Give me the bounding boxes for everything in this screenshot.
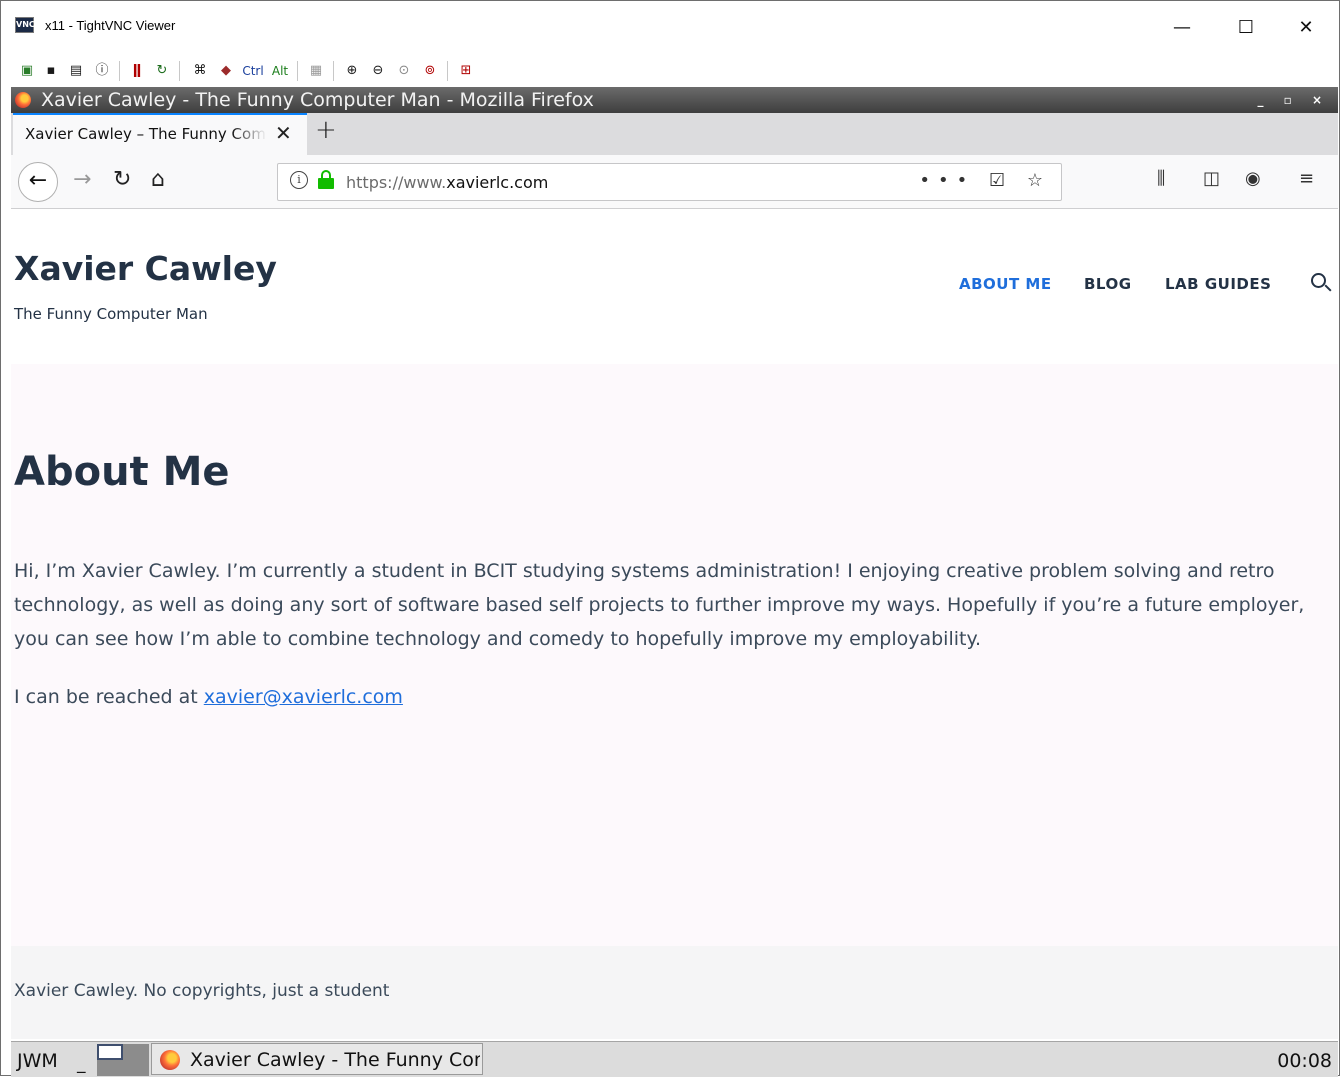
alt-key-icon[interactable]: Alt: [269, 61, 291, 81]
toolbar-separator: [333, 61, 334, 81]
url-domain: xavierlc.com: [446, 173, 549, 192]
url-bar[interactable]: i https://www.xavierlc.com ••• ☑ ☆: [277, 163, 1062, 201]
web-page: Xavier Cawley The Funny Computer Man ABO…: [11, 209, 1338, 1039]
nav-about-me[interactable]: ABOUT ME: [959, 275, 1052, 293]
about-paragraph: Hi, I’m Xavier Cawley. I’m currently a s…: [14, 560, 1305, 650]
tab-title: Xavier Cawley – The Funny Computer Man: [25, 125, 265, 143]
pause-icon[interactable]: ǁ: [129, 61, 145, 81]
desktop-2[interactable]: [123, 1044, 149, 1060]
taskbar-separator: _: [77, 1054, 86, 1074]
info-icon[interactable]: ⓘ: [91, 61, 113, 81]
site-title[interactable]: Xavier Cawley: [14, 249, 277, 288]
page-actions[interactable]: ••• ☑ ☆: [919, 170, 1051, 191]
clock: 00:08: [1277, 1050, 1332, 1072]
toolbar-separator: [179, 61, 180, 81]
new-connection-icon[interactable]: ▣: [17, 61, 37, 81]
extension-icon[interactable]: ◉: [1245, 168, 1261, 189]
clipboard-icon[interactable]: ▦: [305, 61, 327, 81]
footer-text: Xavier Cawley. No copyrights, just a stu…: [14, 981, 390, 1001]
zoom-in-icon[interactable]: ⊕: [341, 61, 363, 81]
nav-blog[interactable]: BLOG: [1084, 275, 1132, 293]
minimize-button[interactable]: —: [1161, 11, 1203, 45]
lock-icon[interactable]: [318, 170, 334, 190]
taskbar-task-title: Xavier Cawley - The Funny Computer Man: [190, 1049, 480, 1071]
refresh-icon[interactable]: ↻: [151, 61, 173, 81]
zoom-100-icon[interactable]: ⊙: [393, 61, 415, 81]
ctrl-key-icon[interactable]: Ctrl: [241, 61, 265, 81]
firefox-icon: [160, 1050, 180, 1070]
desktop-3[interactable]: [97, 1060, 123, 1076]
contact-line: I can be reached at xavier@xavierlc.com: [14, 686, 403, 708]
desktop-pager[interactable]: [97, 1044, 149, 1076]
fullscreen-icon[interactable]: ⊞: [455, 61, 477, 81]
forward-button[interactable]: →: [73, 167, 91, 192]
zoom-auto-icon[interactable]: ⊚: [419, 61, 441, 81]
maximize-button[interactable]: ☐: [1225, 11, 1267, 45]
taskbar-firefox-task[interactable]: Xavier Cawley - The Funny Computer Man: [151, 1043, 483, 1075]
library-icon[interactable]: ⫼: [1157, 168, 1165, 189]
url-scheme: https://www.: [346, 173, 447, 192]
desktop-1[interactable]: [97, 1044, 123, 1060]
firefox-window-controls[interactable]: _ ▫ ×: [1257, 93, 1330, 107]
vnc-window-title: x11 - TightVNC Viewer: [45, 18, 176, 33]
desktop-4[interactable]: [123, 1060, 149, 1076]
search-icon[interactable]: [1311, 273, 1332, 293]
zoom-out-icon[interactable]: ⊖: [367, 61, 389, 81]
tab-close-icon[interactable]: ✕: [275, 121, 292, 145]
firefox-icon: [15, 92, 31, 108]
site-tagline: The Funny Computer Man: [14, 305, 208, 323]
toolbar-separator: [297, 61, 298, 81]
firefox-window: Xavier Cawley - The Funny Computer Man -…: [11, 87, 1338, 1039]
site-info-icon[interactable]: i: [290, 171, 308, 189]
nav-lab-guides[interactable]: LAB GUIDES: [1165, 275, 1271, 293]
url-text[interactable]: https://www.xavierlc.com: [346, 173, 548, 192]
vnc-viewer-window: VNC x11 - TightVNC Viewer — ☐ ✕ ▣ ▪ ▤ ⓘ …: [0, 0, 1340, 1077]
back-button[interactable]: ←: [18, 162, 58, 202]
menu-icon[interactable]: ≡: [1299, 168, 1314, 189]
site-footer: Xavier Cawley. No copyrights, just a stu…: [11, 946, 1338, 1039]
send-ctrl-alt-del-icon[interactable]: ⌘: [189, 61, 211, 81]
send-ctrl-esc-icon[interactable]: ◆: [215, 61, 237, 81]
options-icon[interactable]: ▤: [65, 61, 87, 81]
close-button[interactable]: ✕: [1285, 11, 1327, 45]
email-link[interactable]: xavier@xavierlc.com: [204, 686, 403, 708]
contact-prefix: I can be reached at: [14, 686, 204, 708]
toolbar-separator: [447, 61, 448, 81]
page-title: About Me: [14, 449, 230, 495]
firefox-window-title: Xavier Cawley - The Funny Computer Man -…: [41, 89, 594, 111]
firefox-titlebar: Xavier Cawley - The Funny Computer Man -…: [11, 87, 1338, 113]
toolbar-separator: [119, 61, 120, 81]
vnc-toolbar: ▣ ▪ ▤ ⓘ ǁ ↻ ⌘ ◆ Ctrl Alt ▦ ⊕ ⊖ ⊙ ⊚ ⊞: [1, 55, 1339, 87]
jwm-menu-button[interactable]: JWM: [17, 1050, 58, 1072]
navigation-toolbar: ← → ↻ ⌂ i https://www.xavierlc.com ••• ☑…: [11, 155, 1338, 209]
main-content: About Me Hi, I’m Xavier Cawley. I’m curr…: [11, 364, 1338, 946]
new-tab-button[interactable]: +: [315, 115, 337, 145]
save-icon[interactable]: ▪: [41, 61, 61, 81]
tab-strip: Xavier Cawley – The Funny Computer Man ✕…: [11, 113, 1338, 155]
home-button[interactable]: ⌂: [151, 167, 165, 192]
tab-title-fade: [231, 119, 267, 149]
jwm-taskbar: JWM _ Xavier Cawley - The Funny Computer…: [11, 1041, 1338, 1077]
vnc-app-icon: VNC: [15, 17, 35, 33]
tab-active[interactable]: Xavier Cawley – The Funny Computer Man ✕: [13, 113, 307, 155]
site-header: Xavier Cawley The Funny Computer Man ABO…: [11, 209, 1338, 364]
vnc-titlebar: VNC x11 - TightVNC Viewer — ☐ ✕: [1, 1, 1339, 55]
reload-button[interactable]: ↻: [113, 167, 131, 192]
sidebar-icon[interactable]: ◫: [1203, 168, 1220, 189]
